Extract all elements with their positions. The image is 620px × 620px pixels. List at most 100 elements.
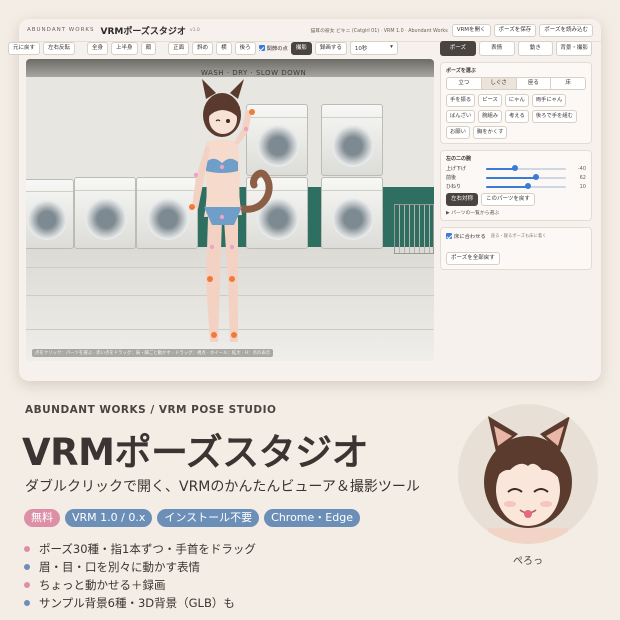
slider-track[interactable] <box>486 174 566 180</box>
brand-label: ABUNDANT WORKS <box>27 27 95 33</box>
camera-upperbody-button[interactable]: 上半身 <box>111 41 138 55</box>
duration-select[interactable]: 10秒 ▾ <box>349 41 398 55</box>
angle-back-button[interactable]: 後ろ <box>234 41 256 55</box>
feature-item: ポーズ30種・指1本ずつ・手首をドラッグ <box>24 540 256 558</box>
feature-list: ポーズ30種・指1本ずつ・手首をドラッグ 眉・目・口を別々に動かす表情 ちょっと動か… <box>24 540 256 612</box>
duration-value: 10秒 <box>354 46 368 52</box>
category-stand[interactable]: 立つ <box>447 78 482 89</box>
joint-points-checkbox[interactable]: 関節の点 <box>258 44 288 52</box>
portrait-caption: ぺろっ <box>513 556 543 567</box>
floor-card: 床に合わせる 座る・寝るポーズも床に着く ポーズを全部戻す <box>440 227 592 270</box>
pose-select-title: ポーズを選ぶ <box>446 68 476 74</box>
feature-item: サンプル背景6種・3D背景（GLB）も <box>24 594 256 612</box>
pose-button[interactable]: 後ろで手を組む <box>531 110 577 123</box>
slider-handle[interactable] <box>525 183 532 189</box>
joint-points-label: 関節の点 <box>266 46 288 52</box>
pose-button[interactable]: 腕組み <box>478 110 503 123</box>
load-pose-button[interactable]: ポーズを読み込む <box>539 23 593 37</box>
angle-front-button[interactable]: 正面 <box>168 41 190 55</box>
slider-label: 上げ下げ <box>446 166 467 172</box>
floor-align-checkbox[interactable]: 床に合わせる 座る・寝るポーズも床に着く <box>446 232 586 240</box>
pose-button[interactable]: 両手にゃん <box>531 94 567 107</box>
feature-text: ちょっと動かせる＋録画 <box>39 578 166 592</box>
floor-align-label: 床に合わせる <box>454 234 486 240</box>
slider-handle[interactable] <box>532 174 539 180</box>
washing-machine <box>26 179 74 249</box>
tab-expression[interactable]: 表情 <box>478 41 515 56</box>
tab-background[interactable]: 背景・撮影 <box>556 41 592 56</box>
camera-fullbody-button[interactable]: 全身 <box>87 41 109 55</box>
reset-all-pose-button[interactable]: ポーズを全部戻す <box>446 252 500 265</box>
breadcrumb: ABUNDANT WORKS / VRM POSE STUDIO <box>25 404 277 416</box>
version-label: v1.0 <box>189 27 200 33</box>
feature-text: 眉・目・口を別々に動かす表情 <box>39 560 200 574</box>
checkbox-checked-icon <box>258 45 265 51</box>
tab-pose[interactable]: ポーズ <box>440 41 476 56</box>
pose-button[interactable]: にゃん <box>504 94 529 107</box>
reset-part-button[interactable]: このパーツを戻す <box>481 193 535 206</box>
record-button[interactable]: 録画する <box>314 41 347 55</box>
bone-slider[interactable]: 上げ下げ -40 <box>446 165 586 172</box>
pose-select-card: ポーズを選ぶ 立つ しぐさ 座る 床 手を振る ピース にゃん 両手にゃん ばん… <box>440 62 592 144</box>
pose-button[interactable]: 手を振る <box>446 94 476 107</box>
tab-motion[interactable]: 動き <box>517 41 554 56</box>
feature-badge: VRM 1.0 / 0.x <box>65 509 153 527</box>
avatar-face-portrait <box>458 404 598 544</box>
pose-button[interactable]: ピース <box>478 94 502 107</box>
open-vrm-button[interactable]: VRMを開く <box>451 23 491 37</box>
bone-slider[interactable]: 前後 62 <box>446 174 586 181</box>
mirror-button[interactable]: 左右反転 <box>43 41 76 55</box>
pose-grid: 手を振る ピース にゃん 両手にゃん ばんざい 腕組み 考える 後ろで手を組む … <box>446 94 586 139</box>
washing-machine <box>321 104 383 176</box>
model-info: 猫耳の彼女 ビキニ (Catgirl 01) · VRM 1.0 · Abund… <box>310 28 448 34</box>
pose-button[interactable]: 考える <box>505 110 529 123</box>
washing-machine <box>74 177 136 249</box>
viewport-toolbar: 元に戻す 左右反転 全身 上半身 顔 正面 斜め 横 後ろ 関節の点 撮影 録画… <box>8 41 406 55</box>
angle-side-button[interactable]: 横 <box>216 41 232 55</box>
washing-machine <box>321 177 383 249</box>
feature-item: ちょっと動かせる＋録画 <box>24 576 256 594</box>
slider-handle[interactable] <box>511 165 518 171</box>
face-illustration <box>484 416 572 544</box>
bone-edit-card: 左の二の腕 上げ下げ -40 前後 62 ひねり 10 左右対称 このパーツを戻す ▶ パ… <box>440 150 592 221</box>
camera-face-button[interactable]: 顔 <box>140 41 157 55</box>
slider-value: 62 <box>579 174 586 181</box>
feature-badge: インストール不要 <box>157 509 260 527</box>
headline: VRMポーズスタジオ <box>22 431 369 474</box>
subheadline: ダブルクリックで開く、VRMのかんたんビューア＆撮影ツール <box>25 479 420 495</box>
slider-value: 10 <box>579 183 586 190</box>
bone-slider[interactable]: ひねり 10 <box>446 183 586 190</box>
save-pose-button[interactable]: ポーズを保存 <box>493 23 537 37</box>
angle-diagonal-button[interactable]: 斜め <box>192 41 214 55</box>
3d-viewport[interactable]: WASH · DRY · SLOW DOWN 点をクリック：パーツを選ぶ · 赤… <box>26 59 434 361</box>
bullet-dot-icon <box>24 582 30 588</box>
bullet-dot-icon <box>24 546 30 552</box>
laundry-cart <box>394 204 434 254</box>
undo-button[interactable]: 元に戻す <box>8 41 41 55</box>
checkbox-checked-icon <box>446 233 452 239</box>
pose-button[interactable]: 胸をかくす <box>472 126 508 139</box>
pose-button[interactable]: お願い <box>446 126 470 139</box>
mirror-symmetric-button[interactable]: 左右対称 <box>446 193 479 206</box>
feature-badge: Chrome・Edge <box>264 509 360 527</box>
pose-category-segment: 立つ しぐさ 座る 床 <box>446 77 586 90</box>
bone-title: 左の二の腕 <box>446 156 472 162</box>
feature-item: 眉・目・口を別々に動かす表情 <box>24 558 256 576</box>
slider-label: 前後 <box>446 175 457 181</box>
vrm-avatar[interactable] <box>166 67 286 357</box>
slider-track[interactable] <box>486 165 566 171</box>
feature-badge: 無料 <box>24 509 60 527</box>
parts-list-toggle[interactable]: ▶ パーツの一覧から選ぶ <box>446 209 586 216</box>
pose-button[interactable]: ばんざい <box>446 110 476 123</box>
title-bar: ABUNDANT WORKS VRMポーズスタジオ v1.0 猫耳の彼女 ビキニ… <box>19 19 601 42</box>
bullet-dot-icon <box>24 600 30 606</box>
capture-button[interactable]: 撮影 <box>290 41 312 55</box>
viewport-hint: 点をクリック：パーツを選ぶ · 赤い点をドラッグ：肩・脚ごと動かす · ドラッグ… <box>32 349 274 357</box>
category-floor[interactable]: 床 <box>551 78 585 89</box>
feature-text: ポーズ30種・指1本ずつ・手首をドラッグ <box>39 542 256 556</box>
slider-track[interactable] <box>486 183 566 189</box>
chevron-down-icon: ▾ <box>390 44 393 50</box>
category-sit[interactable]: 座る <box>516 78 552 89</box>
category-gesture[interactable]: しぐさ <box>481 78 517 89</box>
slider-value: -40 <box>577 165 586 172</box>
